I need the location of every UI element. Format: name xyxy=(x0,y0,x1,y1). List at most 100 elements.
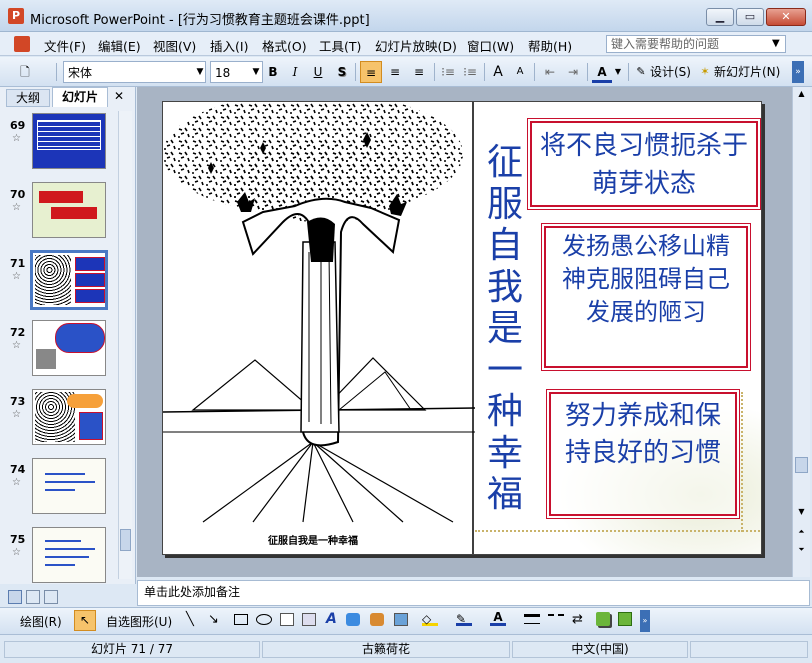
close-pane-icon[interactable]: ✕ xyxy=(114,89,124,103)
decrease-indent-icon[interactable]: ⇤ xyxy=(540,61,560,83)
align-right-button[interactable]: ≡ xyxy=(408,61,430,83)
menu-slideshow[interactable]: 幻灯片放映(D) xyxy=(375,36,457,55)
maximize-button[interactable]: ▭ xyxy=(736,8,764,26)
toolbar-options-icon[interactable]: » xyxy=(792,61,804,83)
help-dropdown-icon[interactable]: ▼ xyxy=(772,38,780,49)
slide-canvas[interactable]: 征服自我是一种幸福 征服自我是一种幸福 将不良习惯扼杀于萌芽状态 发扬愚公移山精… xyxy=(162,101,762,555)
insert-picture-icon[interactable] xyxy=(394,613,408,626)
slide-thumbnail-pane: 大纲 幻灯片 ✕ 69 ☆ 70 ☆ 71 ☆ 72 ☆ 73 ☆ 74 ☆ 7… xyxy=(0,87,136,584)
font-color-icon[interactable]: A xyxy=(490,610,506,626)
slide-thumbnail-75[interactable] xyxy=(32,527,106,583)
menu-help[interactable]: 帮助(H) xyxy=(528,36,572,55)
thumbnail-number: 74 xyxy=(10,463,26,476)
rectangle-tool-icon[interactable] xyxy=(234,614,248,625)
increase-indent-icon[interactable]: ⇥ xyxy=(563,61,583,83)
slide-counter: 幻灯片 71 / 77 xyxy=(4,641,260,658)
menu-format[interactable]: 格式(O) xyxy=(262,36,307,55)
design-template-name: 古籁荷花 xyxy=(262,641,510,658)
slide-thumbnail-72[interactable] xyxy=(32,320,106,376)
transition-icon: ☆ xyxy=(12,271,21,282)
design-button[interactable]: 设计(S) xyxy=(650,61,692,83)
slide-thumbnail-70[interactable] xyxy=(32,182,106,238)
slide-vertical-scrollbar[interactable]: ▲ ▼ ⏶ ⏷ xyxy=(792,87,810,577)
select-objects-icon[interactable]: ↖ xyxy=(74,610,96,631)
line-style-icon[interactable] xyxy=(524,614,540,624)
menu-file[interactable]: 文件(F) xyxy=(44,36,86,55)
font-color-button[interactable]: A xyxy=(592,61,612,83)
slide-thumbnail-71-selected[interactable] xyxy=(30,250,108,310)
toolbar-separator xyxy=(355,63,356,81)
chevron-down-icon[interactable]: ▼ xyxy=(613,61,623,83)
vertical-text-box-icon[interactable] xyxy=(302,613,316,626)
scroll-up-icon[interactable]: ▲ xyxy=(795,89,808,103)
arrow-style-icon[interactable]: ⇄ xyxy=(572,612,583,627)
tab-outline[interactable]: 大纲 xyxy=(6,89,50,107)
thumbnail-scrollbar[interactable] xyxy=(118,111,132,579)
draw-menu-button[interactable]: 绘图(R) xyxy=(20,613,62,630)
shadow-button[interactable]: S xyxy=(333,61,351,83)
text-box-2[interactable]: 发扬愚公移山精神克服阻碍自己发展的陋习 xyxy=(544,226,748,368)
shrink-font-button[interactable]: A xyxy=(510,61,530,83)
menu-edit[interactable]: 编辑(E) xyxy=(98,36,141,55)
close-button[interactable]: ✕ xyxy=(766,8,806,26)
line-color-icon[interactable]: ✎ xyxy=(456,612,472,626)
transition-icon: ☆ xyxy=(12,340,21,351)
diagram-icon[interactable] xyxy=(346,613,360,626)
3d-style-icon[interactable] xyxy=(618,612,632,626)
oval-tool-icon[interactable] xyxy=(256,614,272,625)
italic-button[interactable]: I xyxy=(286,61,304,83)
new-slide-button[interactable]: 新幻灯片(N) xyxy=(714,61,788,83)
minimize-button[interactable]: ▁ xyxy=(706,8,734,26)
numbered-list-icon[interactable]: ⁝≡ xyxy=(438,61,458,83)
slide-thumbnail-74[interactable] xyxy=(32,458,106,514)
font-name-select[interactable]: 宋体 xyxy=(63,61,206,83)
normal-view-icon[interactable] xyxy=(8,590,22,604)
menu-insert[interactable]: 插入(I) xyxy=(210,36,248,55)
chevron-down-icon[interactable]: ▼ xyxy=(250,61,262,83)
toolbar-separator xyxy=(434,63,435,81)
text-box-3[interactable]: 努力养成和保持良好的习惯 xyxy=(549,392,737,516)
menu-view[interactable]: 视图(V) xyxy=(153,36,196,55)
text-box-1[interactable]: 将不良习惯扼杀于萌芽状态 xyxy=(530,121,758,207)
next-slide-icon[interactable]: ⏷ xyxy=(795,545,808,559)
menu-tools[interactable]: 工具(T) xyxy=(319,36,361,55)
slide-sorter-view-icon[interactable] xyxy=(26,590,40,604)
scrollbar-thumb[interactable] xyxy=(795,457,808,473)
underline-button[interactable]: U xyxy=(309,61,327,83)
dash-style-icon[interactable] xyxy=(548,614,564,624)
align-left-button[interactable]: ≡ xyxy=(360,61,382,83)
drawing-toolbar: 绘图(R) ↖ 自选图形(U) ╲ ↘ A ◇ ✎ A ⇄ » xyxy=(0,607,812,634)
shadow-style-icon[interactable] xyxy=(596,612,610,626)
arrow-tool-icon[interactable]: ↘ xyxy=(208,612,219,627)
toolbar-separator xyxy=(56,63,57,81)
thumbnail-number: 72 xyxy=(10,326,26,339)
bold-button[interactable]: B xyxy=(264,61,282,83)
thumbnail-number: 69 xyxy=(10,119,26,132)
menu-window[interactable]: 窗口(W) xyxy=(467,36,514,55)
thumbnail-number: 71 xyxy=(10,257,26,270)
transition-icon: ☆ xyxy=(12,477,21,488)
scroll-down-icon[interactable]: ▼ xyxy=(795,507,808,521)
line-tool-icon[interactable]: ╲ xyxy=(186,612,194,627)
chevron-down-icon[interactable]: ▼ xyxy=(194,61,206,83)
clip-art-icon[interactable] xyxy=(370,613,384,626)
wordart-icon[interactable]: A xyxy=(326,611,337,627)
bullet-list-icon[interactable]: ⁝≡ xyxy=(460,61,480,83)
slide-thumbnail-69[interactable] xyxy=(32,113,106,169)
toolbar-options-icon[interactable]: » xyxy=(640,610,650,632)
tab-slides[interactable]: 幻灯片 xyxy=(52,87,108,107)
slide-thumbnail-73[interactable] xyxy=(32,389,106,445)
transition-icon: ☆ xyxy=(12,409,21,420)
document-icon[interactable] xyxy=(14,36,30,52)
grow-font-button[interactable]: A xyxy=(488,61,508,83)
autoshapes-button[interactable]: 自选图形(U) xyxy=(106,613,172,630)
previous-slide-icon[interactable]: ⏶ xyxy=(795,527,808,541)
notes-pane[interactable]: 单击此处添加备注 xyxy=(137,580,810,606)
fill-color-icon[interactable]: ◇ xyxy=(422,612,438,626)
new-document-icon[interactable]: 🗋 xyxy=(14,61,36,83)
toolbar-separator xyxy=(587,63,588,81)
help-search-input[interactable]: 键入需要帮助的问题 xyxy=(606,35,786,53)
text-box-tool-icon[interactable] xyxy=(280,613,294,626)
align-center-button[interactable]: ≡ xyxy=(384,61,406,83)
slideshow-view-icon[interactable] xyxy=(44,590,58,604)
